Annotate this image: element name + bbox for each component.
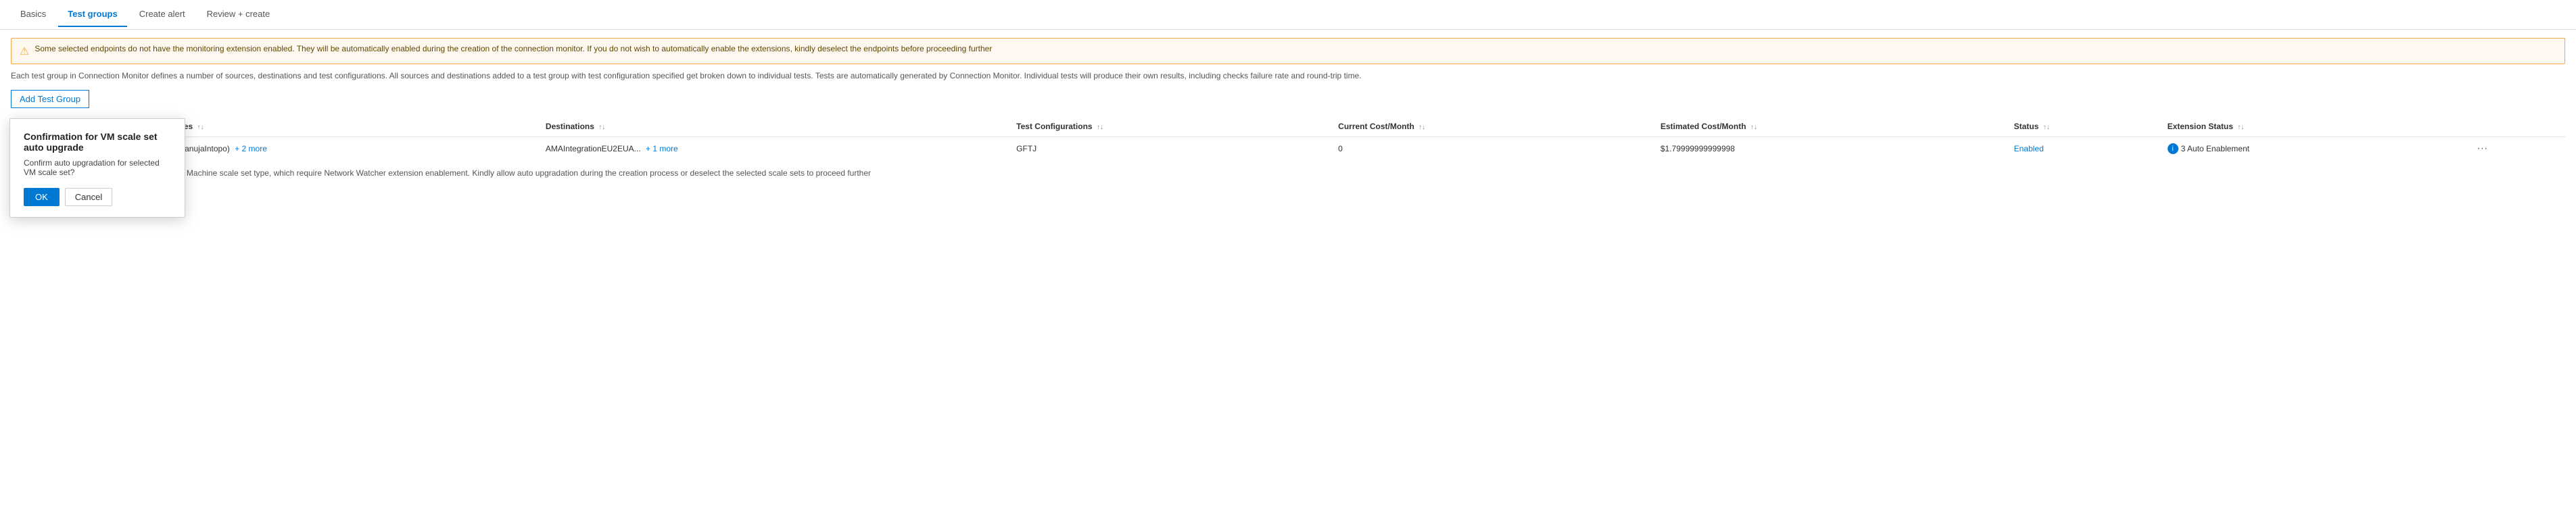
modal-actions: OK Cancel bbox=[24, 188, 171, 206]
modal-overlay: Confirmation for VM scale set auto upgra… bbox=[0, 0, 2576, 513]
modal-title: Confirmation for VM scale set auto upgra… bbox=[24, 131, 171, 153]
modal-body: Confirm auto upgradation for selected VM… bbox=[24, 158, 171, 177]
modal-box: Confirmation for VM scale set auto upgra… bbox=[9, 118, 185, 218]
modal-ok-button[interactable]: OK bbox=[24, 188, 59, 206]
modal-cancel-button[interactable]: Cancel bbox=[65, 188, 112, 206]
